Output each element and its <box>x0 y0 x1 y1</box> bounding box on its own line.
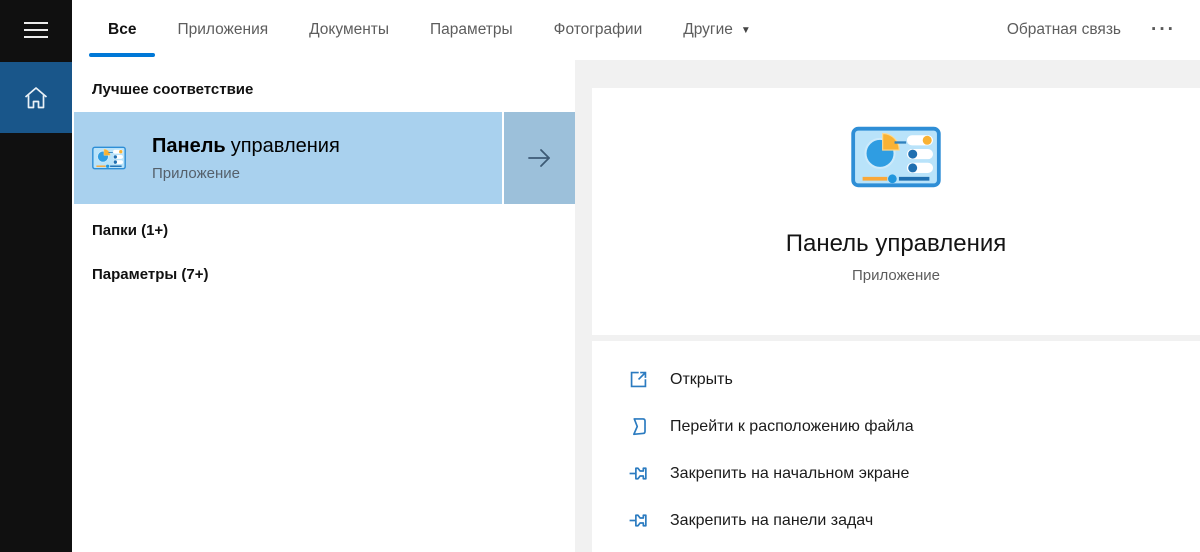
feedback-link[interactable]: Обратная связь <box>1007 0 1121 60</box>
result-subtitle: Приложение <box>152 165 340 182</box>
active-tab-indicator <box>89 53 155 57</box>
action-label: Закрепить на начальном экране <box>670 465 909 483</box>
chevron-down-icon: ▼ <box>741 25 751 36</box>
file-location-icon <box>628 416 649 437</box>
preview-actions-card: Открыть Перейти к расположению файла <box>592 341 1200 552</box>
group-folders[interactable]: Папки (1+) <box>72 212 575 248</box>
tab-label: Приложения <box>177 21 268 39</box>
result-title-rest: управления <box>231 135 340 157</box>
ellipsis-icon: ··· <box>1151 19 1176 41</box>
tab-photos[interactable]: Фотографии <box>554 0 643 60</box>
hamburger-menu-button[interactable] <box>0 0 72 60</box>
tab-label: Параметры <box>430 21 513 39</box>
control-panel-icon <box>851 126 941 188</box>
left-sidebar <box>0 0 72 552</box>
arrow-right-icon <box>526 147 553 169</box>
action-open-file-location[interactable]: Перейти к расположению файла <box>592 403 1200 450</box>
windows-search-flyout: Все Приложения Документы Параметры Фотог… <box>0 0 1200 552</box>
action-label: Открыть <box>670 371 733 389</box>
preview-title: Панель управления <box>786 230 1006 258</box>
tab-all[interactable]: Все <box>108 0 136 60</box>
open-external-icon <box>628 369 649 390</box>
search-results-panel: Лучшее соответствие Панельуправления При… <box>72 60 575 552</box>
feedback-label: Обратная связь <box>1007 21 1121 39</box>
tab-label: Фотографии <box>554 21 643 39</box>
section-title-best-match: Лучшее соответствие <box>92 81 253 98</box>
result-item-control-panel[interactable]: Панельуправления Приложение <box>74 112 502 204</box>
result-text-block: Панельуправления Приложение <box>152 135 340 182</box>
hamburger-menu-icon <box>24 17 48 43</box>
expand-result-button[interactable] <box>504 112 575 204</box>
action-label: Закрепить на панели задач <box>670 512 873 530</box>
search-filter-bar: Все Приложения Документы Параметры Фотог… <box>72 0 1200 60</box>
action-label: Перейти к расположению файла <box>670 418 914 436</box>
control-panel-icon <box>92 146 126 170</box>
result-title: Панельуправления <box>152 135 340 157</box>
preview-header-card: Панель управления Приложение <box>592 88 1200 335</box>
pin-icon <box>628 510 649 531</box>
tab-label: Документы <box>309 21 389 39</box>
home-icon <box>21 83 51 113</box>
sidebar-item-home[interactable] <box>0 62 72 133</box>
tab-label: Другие <box>683 21 733 39</box>
more-options-button[interactable]: ··· <box>1151 0 1176 60</box>
result-title-match: Панель <box>152 135 226 157</box>
action-pin-to-taskbar[interactable]: Закрепить на панели задач <box>592 497 1200 544</box>
pin-icon <box>628 463 649 484</box>
tab-label: Все <box>108 21 136 39</box>
group-settings[interactable]: Параметры (7+) <box>72 256 575 292</box>
tab-apps[interactable]: Приложения <box>177 0 268 60</box>
preview-panel: Панель управления Приложение Открыть <box>575 60 1200 552</box>
preview-subtitle: Приложение <box>852 267 940 284</box>
group-label: Параметры (7+) <box>92 266 208 283</box>
action-pin-to-start[interactable]: Закрепить на начальном экране <box>592 450 1200 497</box>
tab-more-filters[interactable]: Другие ▼ <box>683 0 751 60</box>
tab-settings[interactable]: Параметры <box>430 0 513 60</box>
action-open[interactable]: Открыть <box>592 356 1200 403</box>
tab-documents[interactable]: Документы <box>309 0 389 60</box>
group-label: Папки (1+) <box>92 222 168 239</box>
